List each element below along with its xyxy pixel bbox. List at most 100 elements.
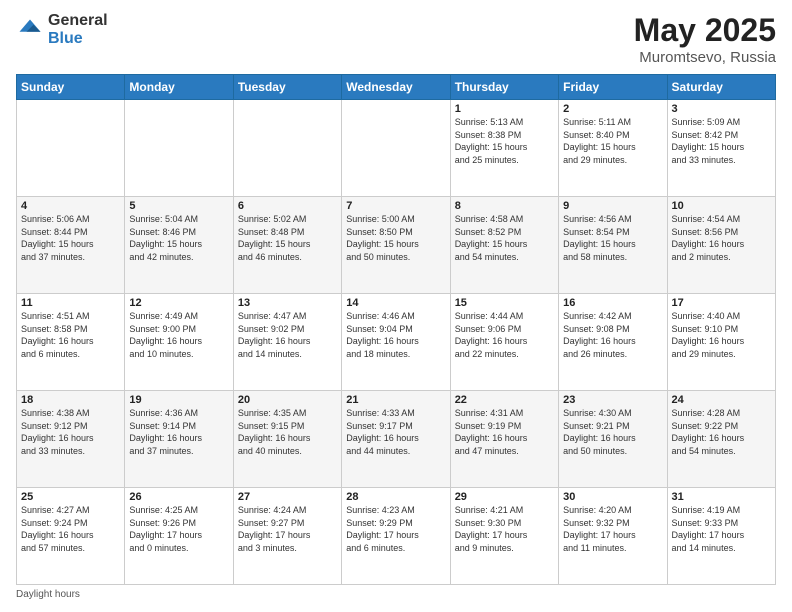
weekday-header-row: SundayMondayTuesdayWednesdayThursdayFrid… <box>17 75 776 100</box>
calendar-cell: 13Sunrise: 4:47 AM Sunset: 9:02 PM Dayli… <box>233 294 341 391</box>
day-info: Sunrise: 4:35 AM Sunset: 9:15 PM Dayligh… <box>238 407 337 457</box>
calendar-cell: 25Sunrise: 4:27 AM Sunset: 9:24 PM Dayli… <box>17 488 125 585</box>
day-info: Sunrise: 4:25 AM Sunset: 9:26 PM Dayligh… <box>129 504 228 554</box>
day-number: 15 <box>455 297 554 309</box>
calendar-cell: 4Sunrise: 5:06 AM Sunset: 8:44 PM Daylig… <box>17 197 125 294</box>
day-number: 20 <box>238 394 337 406</box>
day-number: 4 <box>21 200 120 212</box>
calendar-cell: 1Sunrise: 5:13 AM Sunset: 8:38 PM Daylig… <box>450 100 558 197</box>
day-number: 23 <box>563 394 662 406</box>
day-info: Sunrise: 5:09 AM Sunset: 8:42 PM Dayligh… <box>672 116 771 166</box>
day-number: 10 <box>672 200 771 212</box>
calendar-cell: 14Sunrise: 4:46 AM Sunset: 9:04 PM Dayli… <box>342 294 450 391</box>
day-info: Sunrise: 4:54 AM Sunset: 8:56 PM Dayligh… <box>672 213 771 263</box>
calendar-cell: 30Sunrise: 4:20 AM Sunset: 9:32 PM Dayli… <box>559 488 667 585</box>
calendar-cell: 26Sunrise: 4:25 AM Sunset: 9:26 PM Dayli… <box>125 488 233 585</box>
calendar-cell: 15Sunrise: 4:44 AM Sunset: 9:06 PM Dayli… <box>450 294 558 391</box>
day-number: 6 <box>238 200 337 212</box>
calendar-cell: 18Sunrise: 4:38 AM Sunset: 9:12 PM Dayli… <box>17 391 125 488</box>
day-info: Sunrise: 4:42 AM Sunset: 9:08 PM Dayligh… <box>563 310 662 360</box>
day-info: Sunrise: 4:28 AM Sunset: 9:22 PM Dayligh… <box>672 407 771 457</box>
day-info: Sunrise: 5:11 AM Sunset: 8:40 PM Dayligh… <box>563 116 662 166</box>
calendar-cell: 20Sunrise: 4:35 AM Sunset: 9:15 PM Dayli… <box>233 391 341 488</box>
calendar-cell: 9Sunrise: 4:56 AM Sunset: 8:54 PM Daylig… <box>559 197 667 294</box>
day-number: 14 <box>346 297 445 309</box>
day-number: 28 <box>346 491 445 503</box>
day-info: Sunrise: 4:56 AM Sunset: 8:54 PM Dayligh… <box>563 213 662 263</box>
day-number: 31 <box>672 491 771 503</box>
day-number: 16 <box>563 297 662 309</box>
title-month: May 2025 <box>634 12 776 49</box>
weekday-header-wednesday: Wednesday <box>342 75 450 100</box>
day-info: Sunrise: 4:47 AM Sunset: 9:02 PM Dayligh… <box>238 310 337 360</box>
weekday-header-saturday: Saturday <box>667 75 775 100</box>
day-number: 7 <box>346 200 445 212</box>
day-info: Sunrise: 4:31 AM Sunset: 9:19 PM Dayligh… <box>455 407 554 457</box>
calendar-cell <box>125 100 233 197</box>
page: General Blue May 2025 Muromtsevo, Russia… <box>0 0 792 612</box>
week-row-4: 18Sunrise: 4:38 AM Sunset: 9:12 PM Dayli… <box>17 391 776 488</box>
calendar-cell: 27Sunrise: 4:24 AM Sunset: 9:27 PM Dayli… <box>233 488 341 585</box>
day-info: Sunrise: 4:49 AM Sunset: 9:00 PM Dayligh… <box>129 310 228 360</box>
day-info: Sunrise: 5:06 AM Sunset: 8:44 PM Dayligh… <box>21 213 120 263</box>
calendar-cell: 16Sunrise: 4:42 AM Sunset: 9:08 PM Dayli… <box>559 294 667 391</box>
day-number: 27 <box>238 491 337 503</box>
calendar-cell: 10Sunrise: 4:54 AM Sunset: 8:56 PM Dayli… <box>667 197 775 294</box>
calendar-cell <box>233 100 341 197</box>
weekday-header-friday: Friday <box>559 75 667 100</box>
calendar-cell: 6Sunrise: 5:02 AM Sunset: 8:48 PM Daylig… <box>233 197 341 294</box>
day-number: 3 <box>672 103 771 115</box>
day-number: 22 <box>455 394 554 406</box>
day-number: 24 <box>672 394 771 406</box>
weekday-header-sunday: Sunday <box>17 75 125 100</box>
day-info: Sunrise: 4:58 AM Sunset: 8:52 PM Dayligh… <box>455 213 554 263</box>
calendar-cell <box>342 100 450 197</box>
weekday-header-thursday: Thursday <box>450 75 558 100</box>
calendar-cell: 7Sunrise: 5:00 AM Sunset: 8:50 PM Daylig… <box>342 197 450 294</box>
calendar-cell: 3Sunrise: 5:09 AM Sunset: 8:42 PM Daylig… <box>667 100 775 197</box>
day-number: 1 <box>455 103 554 115</box>
calendar-cell: 17Sunrise: 4:40 AM Sunset: 9:10 PM Dayli… <box>667 294 775 391</box>
calendar-cell: 19Sunrise: 4:36 AM Sunset: 9:14 PM Dayli… <box>125 391 233 488</box>
day-info: Sunrise: 5:04 AM Sunset: 8:46 PM Dayligh… <box>129 213 228 263</box>
day-number: 9 <box>563 200 662 212</box>
day-info: Sunrise: 4:33 AM Sunset: 9:17 PM Dayligh… <box>346 407 445 457</box>
week-row-1: 1Sunrise: 5:13 AM Sunset: 8:38 PM Daylig… <box>17 100 776 197</box>
header: General Blue May 2025 Muromtsevo, Russia <box>16 12 776 66</box>
day-number: 25 <box>21 491 120 503</box>
day-number: 18 <box>21 394 120 406</box>
calendar-cell: 28Sunrise: 4:23 AM Sunset: 9:29 PM Dayli… <box>342 488 450 585</box>
day-number: 26 <box>129 491 228 503</box>
calendar-cell: 12Sunrise: 4:49 AM Sunset: 9:00 PM Dayli… <box>125 294 233 391</box>
day-info: Sunrise: 4:24 AM Sunset: 9:27 PM Dayligh… <box>238 504 337 554</box>
calendar-cell: 21Sunrise: 4:33 AM Sunset: 9:17 PM Dayli… <box>342 391 450 488</box>
calendar-cell <box>17 100 125 197</box>
weekday-header-tuesday: Tuesday <box>233 75 341 100</box>
calendar-cell: 31Sunrise: 4:19 AM Sunset: 9:33 PM Dayli… <box>667 488 775 585</box>
footer: Daylight hours <box>16 589 776 600</box>
day-info: Sunrise: 4:40 AM Sunset: 9:10 PM Dayligh… <box>672 310 771 360</box>
day-info: Sunrise: 5:13 AM Sunset: 8:38 PM Dayligh… <box>455 116 554 166</box>
day-info: Sunrise: 5:00 AM Sunset: 8:50 PM Dayligh… <box>346 213 445 263</box>
logo-icon <box>16 16 44 44</box>
daylight-label: Daylight hours <box>16 589 80 600</box>
calendar-cell: 24Sunrise: 4:28 AM Sunset: 9:22 PM Dayli… <box>667 391 775 488</box>
calendar-cell: 22Sunrise: 4:31 AM Sunset: 9:19 PM Dayli… <box>450 391 558 488</box>
day-info: Sunrise: 4:30 AM Sunset: 9:21 PM Dayligh… <box>563 407 662 457</box>
day-number: 19 <box>129 394 228 406</box>
day-info: Sunrise: 4:19 AM Sunset: 9:33 PM Dayligh… <box>672 504 771 554</box>
day-info: Sunrise: 5:02 AM Sunset: 8:48 PM Dayligh… <box>238 213 337 263</box>
day-info: Sunrise: 4:21 AM Sunset: 9:30 PM Dayligh… <box>455 504 554 554</box>
calendar-table: SundayMondayTuesdayWednesdayThursdayFrid… <box>16 74 776 585</box>
day-info: Sunrise: 4:51 AM Sunset: 8:58 PM Dayligh… <box>21 310 120 360</box>
day-number: 2 <box>563 103 662 115</box>
calendar-cell: 5Sunrise: 5:04 AM Sunset: 8:46 PM Daylig… <box>125 197 233 294</box>
day-info: Sunrise: 4:46 AM Sunset: 9:04 PM Dayligh… <box>346 310 445 360</box>
day-number: 30 <box>563 491 662 503</box>
day-number: 21 <box>346 394 445 406</box>
day-info: Sunrise: 4:38 AM Sunset: 9:12 PM Dayligh… <box>21 407 120 457</box>
calendar-cell: 8Sunrise: 4:58 AM Sunset: 8:52 PM Daylig… <box>450 197 558 294</box>
day-info: Sunrise: 4:23 AM Sunset: 9:29 PM Dayligh… <box>346 504 445 554</box>
day-number: 17 <box>672 297 771 309</box>
day-info: Sunrise: 4:36 AM Sunset: 9:14 PM Dayligh… <box>129 407 228 457</box>
